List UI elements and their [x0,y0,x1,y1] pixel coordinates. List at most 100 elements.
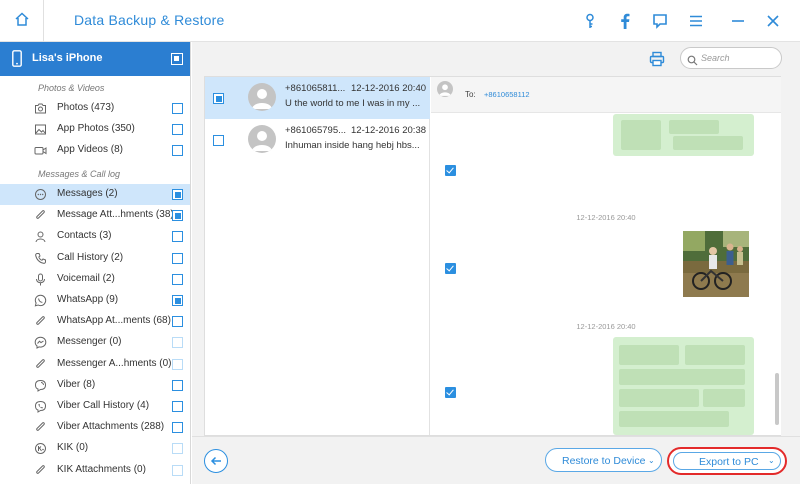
printer-icon [649,51,665,67]
feedback-button[interactable] [648,9,672,33]
back-button[interactable] [204,449,228,473]
sidebar-item[interactable]: Messages (2) [0,184,190,205]
sidebar-item-checkbox[interactable] [172,231,183,243]
sidebar-item-checkbox[interactable] [172,273,183,285]
contact-avatar [248,125,276,153]
sidebar-item[interactable]: KIK Attachments (0) [0,460,190,481]
sidebar-item[interactable]: App Photos (350) [0,119,190,140]
minimize-button[interactable] [726,9,750,33]
restore-to-device-button[interactable]: Restore to Device ⌄ [545,448,662,472]
sidebar-item-label: KIK (0) [57,442,89,454]
image-icon [34,123,47,136]
export-button-label: Export to PC [699,456,759,468]
sidebar-item-label: Photos (473) [57,102,115,113]
app-window: Data Backup & Restore Lisa's iPhone Phot… [0,0,800,484]
footer-divider [192,436,800,437]
message-photo[interactable] [683,231,749,297]
content-panel: +861065811... 12-12-2016 20:40 U the world… [204,76,781,436]
sidebar-item-checkbox[interactable] [172,210,183,222]
conversation-header: To: +8610658112 [431,77,781,113]
sidebar-item[interactable]: Messenger A...hments (0) [0,354,190,375]
conversation-scrollbar[interactable] [775,373,779,425]
thread-checkbox[interactable] [213,93,224,104]
facebook-button[interactable] [613,9,637,33]
sidebar-item[interactable]: WhatsApp (9) [0,290,190,311]
sidebar-item-checkbox [172,358,183,370]
message-checkbox[interactable] [445,165,456,176]
sidebar-item[interactable]: App Videos (8) [0,140,190,161]
message-checkbox[interactable] [445,263,456,274]
sidebar-item-label: App Videos (8) [57,144,123,155]
whatsapp-icon [34,294,47,307]
sidebar-item[interactable]: Call History (2) [0,248,190,269]
sidebar-item[interactable]: Message Att...hments (38) [0,205,190,226]
home-button[interactable] [0,0,44,42]
paperclip-icon [34,358,47,371]
sidebar-item-checkbox[interactable] [172,189,183,200]
message-checkbox[interactable] [445,387,456,398]
sidebar-item-checkbox[interactable] [172,295,183,306]
recipient-number: +8610658112 [484,90,530,99]
close-button[interactable] [761,9,785,33]
app-title: Data Backup & Restore [74,12,225,28]
sidebar-item[interactable]: Photos (473) [0,98,190,119]
export-to-pc-button[interactable]: Export to PC ⌄ [673,452,781,470]
sidebar-item-checkbox[interactable] [172,103,183,114]
sidebar-item-label: Contacts (3) [57,230,112,242]
sidebar-item[interactable]: KIK (0) [0,438,190,459]
device-checkbox[interactable] [171,53,183,65]
sidebar-item-checkbox[interactable] [172,252,183,264]
home-icon [14,11,30,32]
section-photos-videos: Photos & Videos [38,83,105,93]
arrow-left-icon [210,456,221,466]
sidebar-item[interactable]: Messenger (0) [0,332,190,353]
search-box[interactable] [680,47,782,69]
message-thread[interactable]: +861065795... 12-12-2016 20:38 Inhuman ins… [205,119,430,161]
thread-time: 12-12-2016 20:40 [351,83,427,94]
sidebar-item[interactable]: Contacts (3) [0,226,190,247]
sidebar-item-checkbox[interactable] [172,401,183,412]
messenger-icon [34,336,47,350]
device-name: Lisa's iPhone [32,52,103,64]
sidebar-item-label: Message Att...hments (38) [57,209,174,221]
feedback-icon [653,14,667,29]
phone-device-icon [12,50,22,72]
sidebar-item[interactable]: Viber Call History (4) [0,396,190,417]
sidebar-item-checkbox[interactable] [172,124,183,135]
thread-checkbox[interactable] [213,135,224,146]
sidebar-item-checkbox[interactable] [172,316,183,328]
sidebar-item-label: Messenger (0) [57,336,122,348]
photo-icon [34,102,47,115]
search-input[interactable] [701,51,777,65]
sidebar-item-label: Viber (8) [57,378,96,390]
restore-button-label: Restore to Device [562,455,646,467]
section-messages-calllog: Messages & Call log [38,169,121,179]
device-header[interactable]: Lisa's iPhone [0,42,190,76]
chevron-down-icon[interactable]: ⌄ [768,456,775,465]
sidebar-item[interactable]: Viber (8) [0,375,190,396]
sidebar-item[interactable]: Voicemail (2) [0,269,190,290]
sidebar-item-label: Viber Call History (4) [57,400,150,411]
sidebar-item-checkbox[interactable] [172,379,183,391]
kik-icon [34,442,47,455]
thread-list: +861065811... 12-12-2016 20:40 U the world… [205,77,430,435]
message-bubble [613,337,754,435]
print-button[interactable] [649,51,667,69]
sidebar-item[interactable]: Viber Attachments (288) [0,417,190,438]
paperclip-icon [34,209,47,222]
title-bar: Data Backup & Restore [0,0,800,42]
menu-button[interactable] [684,9,708,33]
sidebar: Lisa's iPhone Photos & Videos Messages &… [0,42,191,484]
sidebar-item[interactable]: WhatsApp At...ments (68) [0,311,190,332]
sidebar-item-checkbox[interactable] [172,422,183,434]
message-thread[interactable]: +861065811... 12-12-2016 20:40 U the world… [205,77,430,119]
conversation-view: To: +8610658112 12-12-2016 20:40 12-12-2… [431,77,781,435]
paperclip-icon [34,315,47,328]
thread-preview: U the world to me I was in my ... [285,98,421,109]
paperclip-icon [34,464,47,477]
key-button[interactable] [578,9,602,33]
sidebar-item-label: KIK Attachments (0) [57,463,146,475]
sidebar-item-label: Messenger A...hments (0) [57,357,172,369]
sidebar-item-checkbox[interactable] [172,145,183,156]
microphone-icon [34,273,47,286]
